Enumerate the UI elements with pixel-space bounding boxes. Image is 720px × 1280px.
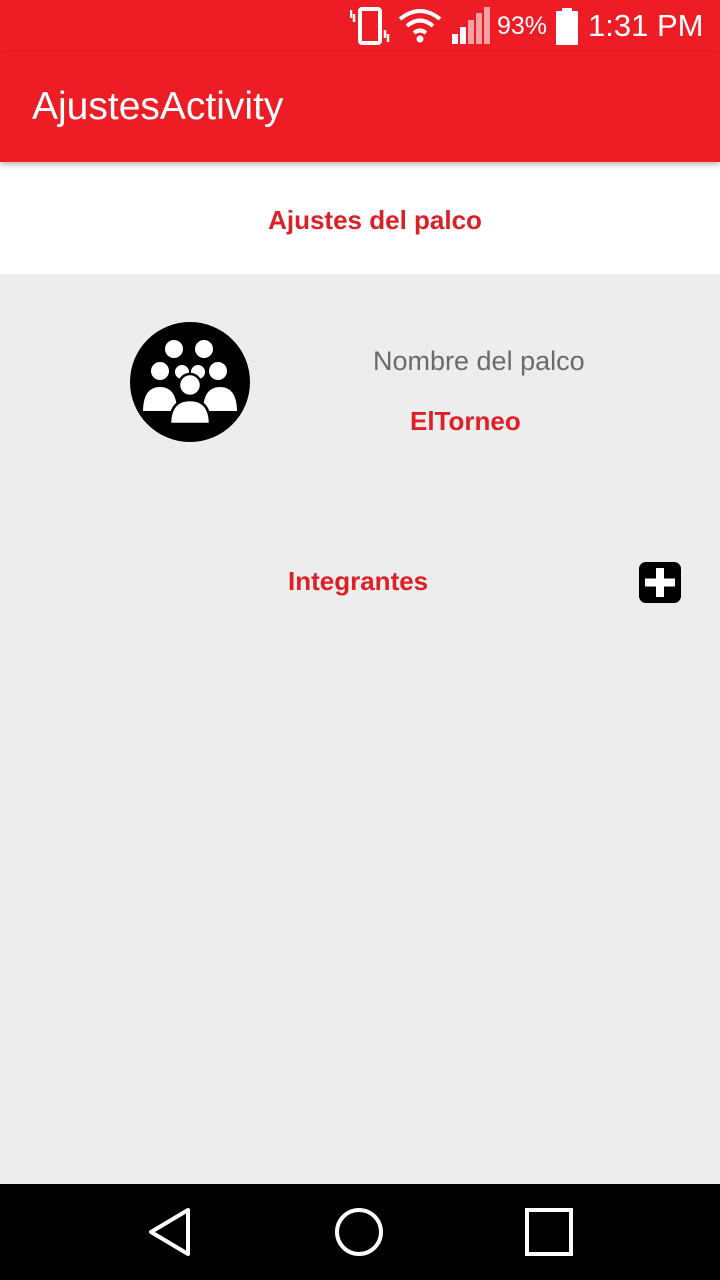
wifi-icon bbox=[398, 0, 442, 52]
page-title: Ajustes del palco bbox=[268, 205, 482, 235]
status-bar: 93% 1:31 PM bbox=[0, 0, 720, 52]
home-button[interactable] bbox=[299, 1184, 419, 1280]
battery-icon bbox=[555, 0, 579, 52]
app-title: AjustesActivity bbox=[32, 85, 284, 128]
palco-name-value[interactable]: ElTorneo bbox=[410, 406, 521, 437]
clock: 1:31 PM bbox=[588, 8, 704, 43]
section-header: Ajustes del palco bbox=[0, 162, 720, 274]
vibrate-icon bbox=[350, 0, 390, 52]
recents-icon bbox=[525, 1208, 573, 1256]
navigation-bar bbox=[0, 1184, 720, 1280]
plus-icon bbox=[645, 568, 675, 597]
signal-icon bbox=[450, 0, 492, 52]
back-button[interactable] bbox=[110, 1184, 230, 1280]
group-icon[interactable] bbox=[130, 322, 250, 442]
palco-name-label: Nombre del palco bbox=[373, 346, 585, 376]
members-label: Integrantes bbox=[288, 566, 429, 596]
add-member-button[interactable] bbox=[639, 562, 681, 603]
recents-button[interactable] bbox=[489, 1184, 609, 1280]
home-icon bbox=[335, 1208, 383, 1256]
app-bar: AjustesActivity bbox=[0, 52, 720, 162]
back-icon bbox=[149, 1208, 190, 1256]
battery-percent: 93% bbox=[497, 11, 548, 40]
